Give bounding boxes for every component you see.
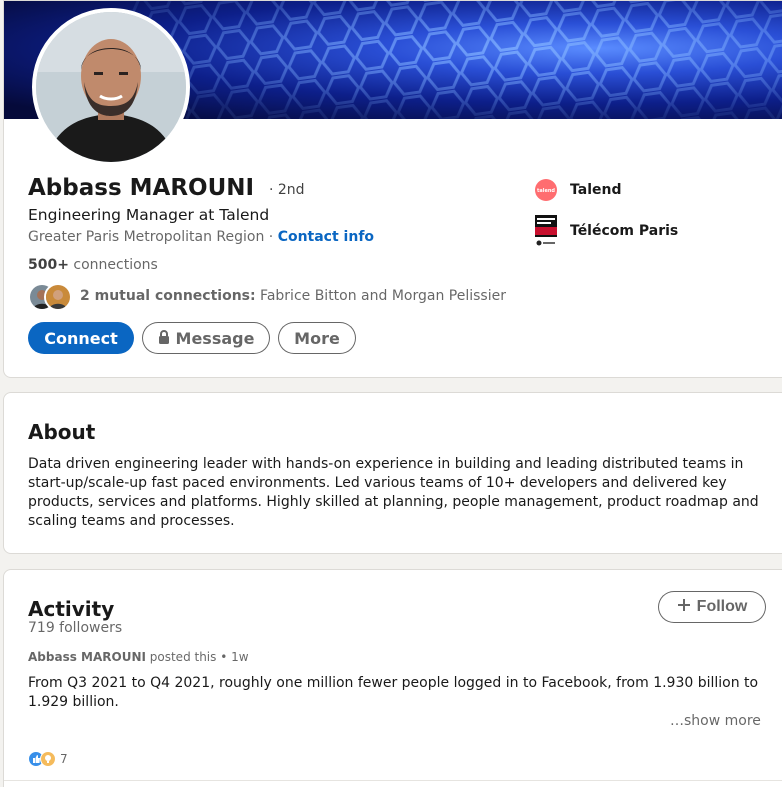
education-telecom-paris[interactable]: Télécom Paris bbox=[534, 215, 678, 247]
profile-card: Abbass MAROUNI · 2nd Engineering Manager… bbox=[3, 0, 782, 378]
profile-name: Abbass MAROUNI bbox=[28, 175, 255, 201]
contact-info-link[interactable]: Contact info bbox=[278, 229, 374, 245]
mutual-connections[interactable]: 2 mutual connections: Fabrice Bitton and… bbox=[80, 288, 506, 304]
post-author[interactable]: Abbass MAROUNI bbox=[28, 650, 146, 664]
talend-logo-icon: talend bbox=[534, 178, 558, 202]
message-button[interactable]: Message bbox=[142, 322, 270, 354]
connections-number: 500+ bbox=[28, 257, 69, 273]
followers-count: 719 followers bbox=[28, 620, 123, 636]
experience-talend[interactable]: talend Talend bbox=[534, 178, 621, 202]
experience-talend-label: Talend bbox=[570, 182, 622, 198]
about-card: About Data driven engineering leader wit… bbox=[3, 392, 782, 554]
mutual-avatars[interactable] bbox=[28, 283, 74, 311]
svg-text:talend: talend bbox=[537, 188, 555, 194]
profile-headline: Engineering Manager at Talend bbox=[28, 206, 270, 224]
mutual-names: Fabrice Bitton and Morgan Pelissier bbox=[255, 288, 506, 304]
show-more-link[interactable]: …show more bbox=[670, 713, 761, 729]
about-text: Data driven engineering leader with hand… bbox=[28, 456, 759, 529]
mutual-count: 2 mutual connections: bbox=[80, 288, 256, 304]
message-label: Message bbox=[175, 328, 255, 348]
about-title: About bbox=[28, 420, 96, 444]
post-meta: Abbass MAROUNI posted this • 1w bbox=[28, 650, 249, 664]
profile-location: Greater Paris Metropolitan Region · Cont… bbox=[28, 229, 374, 245]
location-text: Greater Paris Metropolitan Region bbox=[28, 229, 265, 245]
follow-button[interactable]: Follow bbox=[658, 591, 766, 623]
connections-label: connections bbox=[68, 257, 158, 273]
connections-count[interactable]: 500+ connections bbox=[28, 257, 158, 273]
post-divider bbox=[4, 780, 782, 781]
insightful-reaction-icon bbox=[40, 751, 56, 767]
more-button[interactable]: More bbox=[278, 322, 356, 354]
location-separator: · bbox=[264, 229, 278, 245]
telecom-paris-logo-icon bbox=[534, 215, 558, 247]
follow-label: Follow bbox=[696, 598, 748, 615]
connection-degree: · 2nd bbox=[269, 182, 305, 198]
post-text[interactable]: From Q3 2021 to Q4 2021, roughly one mil… bbox=[28, 674, 768, 712]
post-time: posted this • 1w bbox=[145, 650, 249, 664]
plus-icon bbox=[677, 598, 691, 617]
mutual-avatar-2 bbox=[44, 283, 72, 311]
activity-card: Activity 719 followers Follow Abbass MAR… bbox=[3, 569, 782, 787]
connect-button[interactable]: Connect bbox=[28, 322, 134, 354]
reaction-count: 7 bbox=[60, 752, 68, 766]
post-reactions[interactable]: 7 bbox=[28, 751, 68, 767]
profile-photo[interactable] bbox=[32, 8, 190, 166]
activity-title: Activity bbox=[28, 597, 115, 621]
education-telecom-paris-label: Télécom Paris bbox=[570, 223, 679, 239]
lock-icon bbox=[158, 329, 170, 348]
